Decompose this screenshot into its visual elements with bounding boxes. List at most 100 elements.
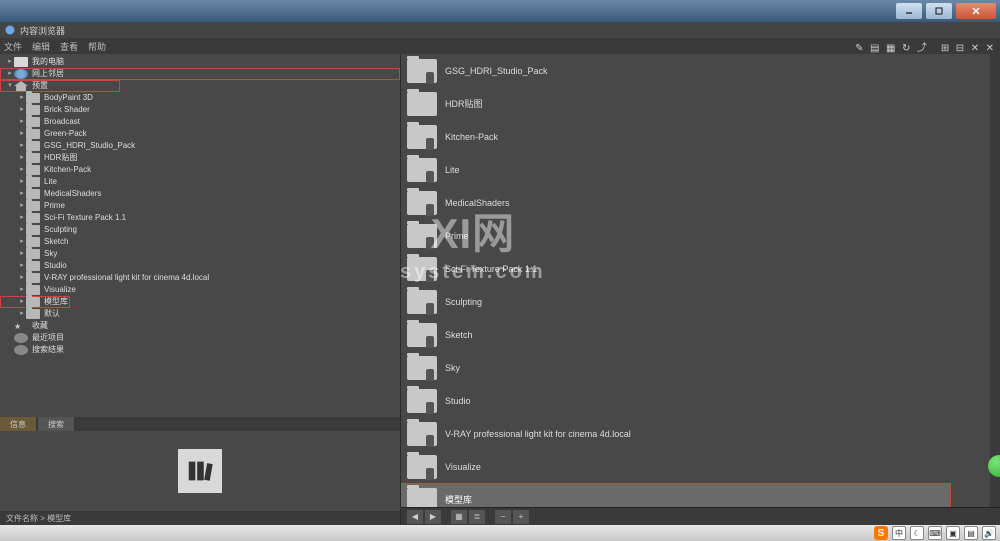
- tree-item-label: MedicalShaders: [44, 188, 101, 200]
- nav-next-button[interactable]: ▶: [425, 510, 441, 524]
- folder-icon: [26, 249, 40, 259]
- view-thumb-button[interactable]: ▦: [451, 510, 467, 524]
- list-item-label: Studio: [445, 396, 471, 406]
- panel-min-icon[interactable]: ⊟: [956, 43, 964, 54]
- list-item-label: Sketch: [445, 330, 473, 340]
- list-item[interactable]: GSG_HDRI_Studio_Pack: [401, 54, 1000, 87]
- menu-edit[interactable]: 编辑: [32, 40, 50, 53]
- globe-icon: [14, 69, 28, 79]
- tree-my-computer[interactable]: ▸ 我的电脑: [0, 56, 400, 68]
- list-item[interactable]: V-RAY professional light kit for cinema …: [401, 417, 1000, 450]
- tree-presets[interactable]: ▾ 预置: [0, 80, 120, 92]
- ime-kbd-icon[interactable]: ⌨: [928, 526, 942, 540]
- view-list-button[interactable]: ≣: [469, 510, 485, 524]
- folder-icon: [26, 117, 40, 127]
- list-item[interactable]: Sketch: [401, 318, 1000, 351]
- list-item[interactable]: Sky: [401, 351, 1000, 384]
- books-icon: [185, 456, 215, 486]
- tool-edit-icon[interactable]: ✎: [855, 43, 863, 54]
- folder-icon: [26, 309, 40, 319]
- list-item[interactable]: Kitchen-Pack: [401, 120, 1000, 153]
- list-item[interactable]: Visualize: [401, 450, 1000, 483]
- tree-item[interactable]: ▸Sculpting: [0, 224, 400, 236]
- list-item[interactable]: Studio: [401, 384, 1000, 417]
- list-item[interactable]: Sci-Fi Texture Pack 1.1: [401, 252, 1000, 285]
- system-tray: S 中 ☾ ⌨ ▣ ▤ 🔊: [874, 526, 996, 540]
- tree-search[interactable]: 搜索结果: [0, 344, 400, 356]
- list-item[interactable]: Prime: [401, 219, 1000, 252]
- menu-help[interactable]: 帮助: [88, 40, 106, 53]
- tree-item[interactable]: ▸默认: [0, 308, 400, 320]
- tray-shield-icon[interactable]: ▣: [946, 526, 960, 540]
- tray-volume-icon[interactable]: 🔊: [982, 526, 996, 540]
- tree-favorites[interactable]: ★ 收藏: [0, 320, 400, 332]
- tree-item[interactable]: ▸HDR贴图: [0, 152, 400, 164]
- tree-item-label: BodyPaint 3D: [44, 92, 93, 104]
- ime-sogou-icon[interactable]: S: [874, 526, 888, 540]
- panel-close2-icon[interactable]: ✕: [986, 43, 994, 54]
- tree-item[interactable]: ▸V-RAY professional light kit for cinema…: [0, 272, 400, 284]
- tab-search[interactable]: 搜索: [38, 417, 74, 431]
- tree-item[interactable]: ▸BodyPaint 3D: [0, 92, 400, 104]
- tree-item-label: 模型库: [44, 296, 68, 308]
- tab-info[interactable]: 信息: [0, 417, 36, 431]
- folder-icon: [26, 177, 40, 187]
- tree-item[interactable]: ▸Green-Pack: [0, 128, 400, 140]
- ime-moon-icon[interactable]: ☾: [910, 526, 924, 540]
- panel-close-icon[interactable]: ✕: [971, 43, 979, 54]
- tree-item[interactable]: ▸MedicalShaders: [0, 188, 400, 200]
- tree-item[interactable]: ▸Broadcast: [0, 116, 400, 128]
- list-item[interactable]: Sculpting: [401, 285, 1000, 318]
- tool-up-icon[interactable]: ⤴: [917, 43, 927, 54]
- nav-prev-button[interactable]: ◀: [407, 510, 423, 524]
- zoom-out-button[interactable]: −: [495, 510, 511, 524]
- folder-icon: [26, 129, 40, 139]
- ime-lang-icon[interactable]: 中: [892, 526, 906, 540]
- list-item[interactable]: HDR贴图: [401, 87, 1000, 120]
- tree-item-label: GSG_HDRI_Studio_Pack: [44, 140, 135, 152]
- tray-net-icon[interactable]: ▤: [964, 526, 978, 540]
- folder-icon: [26, 225, 40, 235]
- tree-item[interactable]: ▸Sky: [0, 248, 400, 260]
- tree-item[interactable]: ▸Lite: [0, 176, 400, 188]
- list-item[interactable]: MedicalShaders: [401, 186, 1000, 219]
- tool-grid-icon[interactable]: ▦: [886, 43, 895, 54]
- folder-icon: [26, 165, 40, 175]
- menu-view[interactable]: 查看: [60, 40, 78, 53]
- window-minimize-button[interactable]: [896, 3, 922, 19]
- tree-item-label: V-RAY professional light kit for cinema …: [44, 272, 209, 284]
- tree-item[interactable]: ▸Studio: [0, 260, 400, 272]
- tree-item[interactable]: ▸Prime: [0, 200, 400, 212]
- tree-item[interactable]: ▸Sketch: [0, 236, 400, 248]
- home-icon: [14, 81, 28, 91]
- tree-item[interactable]: ▸Visualize: [0, 284, 400, 296]
- list-item[interactable]: Lite: [401, 153, 1000, 186]
- tree-item-label: Kitchen-Pack: [44, 164, 91, 176]
- tree-item[interactable]: ▸Kitchen-Pack: [0, 164, 400, 176]
- tree-item[interactable]: ▸模型库: [0, 296, 70, 308]
- tree-item[interactable]: ▸Sci-Fi Texture Pack 1.1: [0, 212, 400, 224]
- window-maximize-button[interactable]: [926, 3, 952, 19]
- panel-max-icon[interactable]: ⊞: [941, 43, 949, 54]
- tree-network[interactable]: ▸ 网上邻居: [0, 68, 400, 80]
- folder-icon: [26, 273, 40, 283]
- folder-icon: [26, 201, 40, 211]
- folder-icon: [26, 141, 40, 151]
- zoom-in-button[interactable]: +: [513, 510, 529, 524]
- menu-file[interactable]: 文件: [4, 40, 22, 53]
- footer-path-value: 模型库: [47, 513, 71, 524]
- tree-item[interactable]: ▸GSG_HDRI_Studio_Pack: [0, 140, 400, 152]
- window-close-button[interactable]: [956, 3, 996, 19]
- main-list: GSG_HDRI_Studio_PackHDR贴图Kitchen-PackLit…: [400, 54, 1000, 525]
- app-icon: [4, 24, 16, 36]
- folder-icon: [26, 213, 40, 223]
- tool-refresh-icon[interactable]: ↻: [902, 43, 910, 54]
- tree-item-label: Brick Shader: [44, 104, 90, 116]
- tree-recent[interactable]: 最近项目: [0, 332, 400, 344]
- tool-list-icon[interactable]: ▤: [870, 43, 879, 54]
- folder-icon: [407, 92, 437, 116]
- tree-item-label: Broadcast: [44, 116, 80, 128]
- bullet-icon: [14, 333, 28, 343]
- tree-item[interactable]: ▸Brick Shader: [0, 104, 400, 116]
- tree-item-label: Lite: [44, 176, 57, 188]
